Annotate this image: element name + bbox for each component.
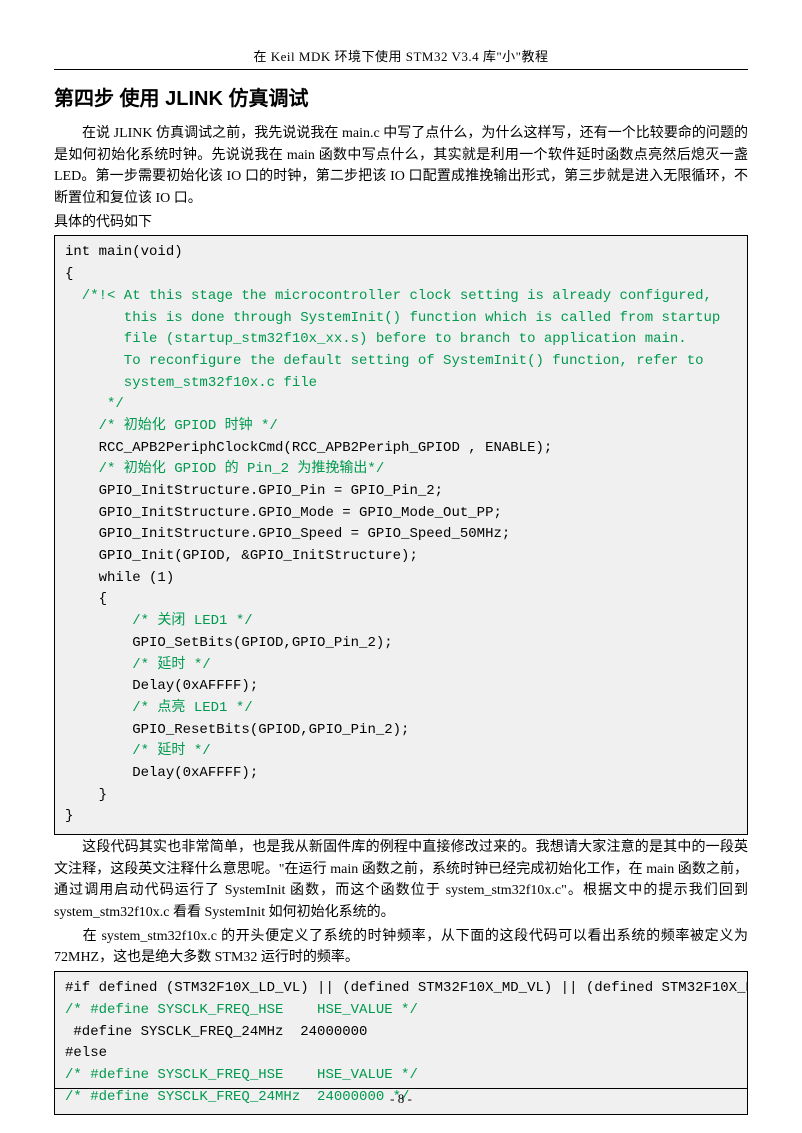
code-comment: /* #define SYSCLK_FREQ_HSE HSE_VALUE */: [65, 1067, 418, 1083]
running-header: 在 Keil MDK 环境下使用 STM32 V3.4 库"小"教程: [54, 46, 748, 65]
code-line: }: [65, 808, 73, 824]
code-line: while (1): [65, 570, 174, 586]
code-comment: /* 延时 */: [65, 743, 211, 759]
body-text-block-1: 在说 JLINK 仿真调试之前，我先说说我在 main.c 中写了点什么，为什么…: [54, 123, 748, 233]
code-comment: /* 点亮 LED1 */: [65, 700, 253, 716]
page: 在 Keil MDK 环境下使用 STM32 V3.4 库"小"教程 第四步 使…: [0, 0, 802, 1133]
code-comment: /* 延时 */: [65, 657, 211, 673]
body-text-block-2: 这段代码其实也非常简单，也是我从新固件库的例程中直接修改过来的。我想请大家注意的…: [54, 837, 748, 969]
page-number: - 8 -: [390, 1091, 412, 1106]
code-line: Delay(0xAFFFF);: [65, 765, 258, 781]
code-comment: /*!< At this stage the microcontroller c…: [65, 288, 712, 304]
code-line: #if defined (STM32F10X_LD_VL) || (define…: [65, 980, 748, 996]
code-comment: this is done through SystemInit() functi…: [65, 310, 720, 326]
header-rule: [54, 69, 748, 70]
code-comment: To reconfigure the default setting of Sy…: [65, 353, 704, 369]
code-line: GPIO_InitStructure.GPIO_Speed = GPIO_Spe…: [65, 526, 510, 542]
code-line: RCC_APB2PeriphClockCmd(RCC_APB2Periph_GP…: [65, 440, 552, 456]
code-comment: file (startup_stm32f10x_xx.s) before to …: [65, 331, 687, 347]
code-comment: /* 初始化 GPIOD 的 Pin_2 为推挽输出*/: [65, 461, 384, 477]
code-comment: */: [65, 396, 124, 412]
code-line: #define SYSCLK_FREQ_24MHz 24000000: [65, 1024, 367, 1040]
code-line: {: [65, 591, 107, 607]
code-line: GPIO_SetBits(GPIOD,GPIO_Pin_2);: [65, 635, 393, 651]
code-comment: /* 初始化 GPIOD 时钟 */: [65, 418, 278, 434]
page-footer: - 8 -: [0, 1088, 802, 1107]
paragraph-1-text: 在说 JLINK 仿真调试之前，我先说说我在 main.c 中写了点什么，为什么…: [54, 126, 748, 206]
code-line: GPIO_ResetBits(GPIOD,GPIO_Pin_2);: [65, 722, 409, 738]
paragraph-2-text: 这段代码其实也非常简单，也是我从新固件库的例程中直接修改过来的。我想请大家注意的…: [54, 840, 748, 920]
code-line: int main(void): [65, 244, 183, 260]
code-line: #else: [65, 1045, 107, 1061]
code-line: GPIO_InitStructure.GPIO_Pin = GPIO_Pin_2…: [65, 483, 443, 499]
code-line: {: [65, 266, 73, 282]
footer-rule: [54, 1088, 748, 1089]
code-block-main: int main(void) { /*!< At this stage the …: [54, 235, 748, 835]
code-line: GPIO_Init(GPIOD, &GPIO_InitStructure);: [65, 548, 418, 564]
code-comment: /* #define SYSCLK_FREQ_HSE HSE_VALUE */: [65, 1002, 418, 1018]
code-line: }: [65, 787, 107, 803]
code-line: Delay(0xAFFFF);: [65, 678, 258, 694]
paragraph-3: 在 system_stm32f10x.c 的开头便定义了系统的时钟频率，从下面的…: [54, 926, 748, 969]
paragraph-1: 在说 JLINK 仿真调试之前，我先说说我在 main.c 中写了点什么，为什么…: [54, 123, 748, 210]
code-comment: /* 关闭 LED1 */: [65, 613, 253, 629]
section-heading: 第四步 使用 JLINK 仿真调试: [54, 82, 748, 111]
paragraph-2: 这段代码其实也非常简单，也是我从新固件库的例程中直接修改过来的。我想请大家注意的…: [54, 837, 748, 924]
paragraph-1-tail: 具体的代码如下: [54, 212, 748, 234]
code-line: GPIO_InitStructure.GPIO_Mode = GPIO_Mode…: [65, 505, 502, 521]
code-comment: system_stm32f10x.c file: [65, 375, 317, 391]
paragraph-3-text: 在 system_stm32f10x.c 的开头便定义了系统的时钟频率，从下面的…: [54, 929, 748, 966]
